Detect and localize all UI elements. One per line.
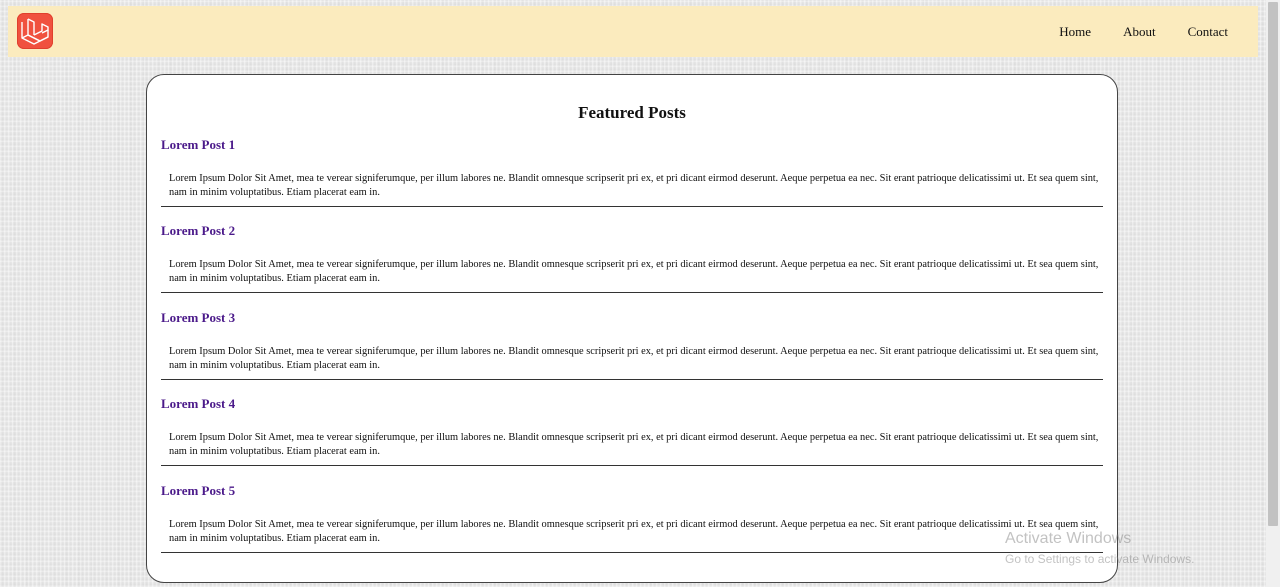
nav-contact-link[interactable]: Contact xyxy=(1188,24,1228,40)
post-title[interactable]: Lorem Post 5 xyxy=(161,483,235,499)
post-divider xyxy=(161,292,1103,293)
activate-windows-watermark: Activate Windows Go to Settings to activ… xyxy=(1005,529,1194,567)
post-body: Lorem Ipsum Dolor Sit Amet, mea te verea… xyxy=(169,432,1099,457)
vertical-scrollbar[interactable] xyxy=(1266,0,1280,587)
post-title[interactable]: Lorem Post 4 xyxy=(161,396,235,412)
watermark-subtitle: Go to Settings to activate Windows. xyxy=(1005,552,1195,566)
post-title[interactable]: Lorem Post 2 xyxy=(161,223,235,239)
post-divider xyxy=(161,552,1103,553)
post-body: Lorem Ipsum Dolor Sit Amet, mea te verea… xyxy=(169,259,1099,284)
featured-posts-card: Featured Posts Lorem Post 1 Lorem Ipsum … xyxy=(146,74,1118,583)
post-body: Lorem Ipsum Dolor Sit Amet, mea te verea… xyxy=(169,173,1099,198)
post-title[interactable]: Lorem Post 3 xyxy=(161,310,235,326)
nav-about-link[interactable]: About xyxy=(1123,24,1156,40)
post-body: Lorem Ipsum Dolor Sit Amet, mea te verea… xyxy=(169,519,1099,544)
laravel-logo-icon[interactable] xyxy=(17,13,53,49)
post-divider xyxy=(161,206,1103,207)
page-title: Featured Posts xyxy=(578,103,686,122)
top-navbar: Home About Contact xyxy=(8,6,1258,57)
watermark-title: Activate Windows xyxy=(1005,530,1132,547)
scrollbar-thumb[interactable] xyxy=(1268,2,1278,526)
post-title[interactable]: Lorem Post 1 xyxy=(161,137,235,153)
post-divider xyxy=(161,465,1103,466)
post-divider xyxy=(161,379,1103,380)
nav-links: Home About Contact xyxy=(1053,6,1228,57)
nav-home-link[interactable]: Home xyxy=(1059,24,1091,40)
post-body: Lorem Ipsum Dolor Sit Amet, mea te verea… xyxy=(169,346,1099,371)
